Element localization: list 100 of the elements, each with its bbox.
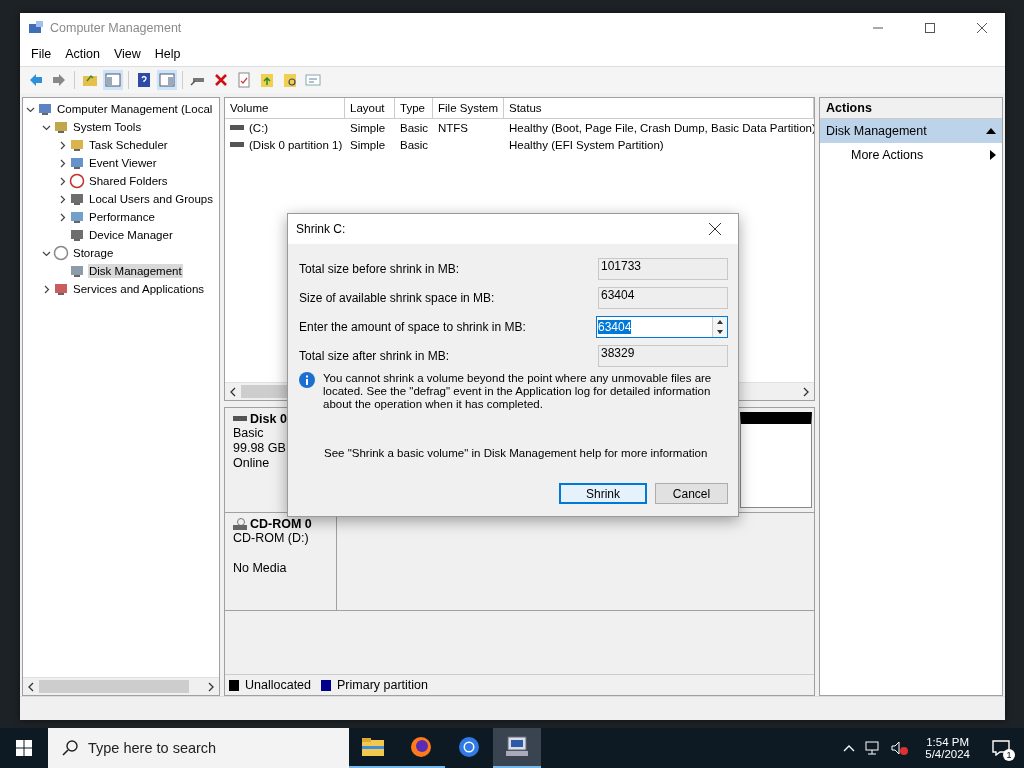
tree-item[interactable]: Task Scheduler <box>88 138 169 152</box>
folder-search-icon <box>282 72 298 88</box>
table-cell-text: Simple <box>349 137 387 153</box>
computer-icon <box>504 736 530 758</box>
back-arrow-icon <box>28 72 44 88</box>
help-icon <box>136 72 152 88</box>
table-cell-text: Basic <box>399 137 430 153</box>
table-cell: (Disk 0 partition 1) <box>249 138 343 151</box>
partition-block[interactable] <box>740 412 812 508</box>
disk-status: Online <box>233 456 271 471</box>
spin-down-button[interactable] <box>713 326 727 337</box>
search-icon <box>62 740 78 756</box>
table-cell-text: Basic <box>399 120 430 136</box>
legend-label: Primary partition <box>337 678 428 692</box>
scroll-right-icon <box>803 386 809 397</box>
computer-icon <box>37 101 53 117</box>
down-icon <box>717 329 723 334</box>
field-label: Size of available shrink space in MB: <box>299 290 495 305</box>
tree-item[interactable]: Shared Folders <box>88 174 169 188</box>
column-header[interactable]: Volume <box>225 98 345 119</box>
forward-arrow-icon <box>51 72 67 88</box>
table-cell-text: Healthy (EFI System Partition) <box>508 137 665 153</box>
cd-drive-icon <box>233 518 247 530</box>
tree-item[interactable]: Performance <box>88 210 156 224</box>
table-cell-text: Simple <box>349 120 387 136</box>
field-label: Enter the amount of space to shrink in MB: <box>299 319 526 334</box>
maximize-icon <box>925 22 935 33</box>
notification-icon <box>992 740 1010 756</box>
submenu-arrow-icon <box>990 150 996 160</box>
tree-item[interactable]: Device Manager <box>88 228 174 242</box>
field-label: Total size before shrink in MB: <box>299 261 460 276</box>
actions-section[interactable]: Disk Management <box>820 119 1002 143</box>
input-field[interactable]: 63404 <box>596 315 728 338</box>
disk-type: Basic <box>233 426 265 441</box>
column-header[interactable]: Status <box>504 98 814 119</box>
value-field: 101733 <box>598 257 728 280</box>
info-text: You cannot shrink a volume beyond the point where any unmovable files are located. See the "defrag" event in the Application log for detailed information about the operation when it has completed. <box>323 372 713 411</box>
caret-up-icon <box>843 744 856 752</box>
tree-item[interactable]: System Tools <box>72 120 143 134</box>
info-icon <box>299 372 315 388</box>
drive-icon <box>233 415 247 423</box>
field-label: Total size after shrink in MB: <box>299 348 450 363</box>
menu-item[interactable]: File <box>24 47 59 61</box>
window-title: Computer Management <box>50 20 183 35</box>
tree-item[interactable]: Event Viewer <box>88 156 158 170</box>
dialog-title: Shrink C: <box>296 222 346 236</box>
disk-type: CD-ROM (D:) <box>233 531 310 546</box>
spin-up-button[interactable] <box>713 316 727 327</box>
disk-status: No Media <box>233 561 288 576</box>
menu-item[interactable]: Help <box>147 47 188 61</box>
folder-icon <box>361 737 385 757</box>
drive-icon <box>230 123 244 132</box>
firefox-icon <box>409 735 433 759</box>
actions-header: Actions <box>820 98 1002 119</box>
close-icon <box>977 22 987 33</box>
network-icon <box>865 741 882 755</box>
tree-item[interactable]: Local Users and Groups <box>88 192 214 206</box>
tree-item[interactable]: Storage <box>72 246 115 260</box>
taskbar-app[interactable] <box>493 728 541 768</box>
folder-icon <box>82 72 98 88</box>
search-field[interactable]: Type here to search <box>48 728 349 768</box>
scroll-left-icon <box>230 386 236 397</box>
notification-badge: 1 <box>1003 749 1015 761</box>
tree-item[interactable]: Services and Applications <box>72 282 206 296</box>
action-item[interactable]: More Actions <box>820 143 1002 167</box>
checklist-icon <box>236 72 252 88</box>
list-icon <box>305 72 321 88</box>
disk-size: 99.98 GB <box>233 441 287 456</box>
table-cell: (C:) <box>249 121 269 134</box>
disk-name: CD-ROM 0 <box>250 517 312 531</box>
tree-item[interactable]: Computer Management (Local <box>56 102 214 116</box>
legend-label: Unallocated <box>245 678 311 692</box>
menu-item[interactable]: Action <box>58 47 107 61</box>
cancel-button[interactable]: Cancel <box>655 483 728 504</box>
value-field: 38329 <box>598 344 728 367</box>
collapse-arrow-icon <box>986 128 996 134</box>
clock-date[interactable]: 5/4/2024 <box>925 748 970 760</box>
table-cell-text: NTFS <box>437 120 470 136</box>
clock-time[interactable]: 1:54 PM <box>926 736 970 748</box>
windows-icon <box>16 740 32 756</box>
column-header[interactable]: File System <box>433 98 504 119</box>
disk-name: Disk 0 <box>250 412 287 426</box>
volume-muted-icon <box>891 741 910 755</box>
column-header[interactable]: Layout <box>345 98 395 119</box>
scroll-right-icon <box>208 681 214 692</box>
scroll-left-icon <box>28 681 34 692</box>
tree-view-icon <box>105 72 121 88</box>
column-header[interactable]: Type <box>395 98 433 119</box>
menu-item[interactable]: View <box>106 47 148 61</box>
browser-icon <box>457 735 481 759</box>
up-icon <box>717 319 723 324</box>
panel-icon <box>159 72 175 88</box>
value-field: 63404 <box>598 286 728 309</box>
tree-item[interactable]: Disk Management <box>88 264 183 278</box>
computer-management-icon <box>28 19 44 36</box>
delete-icon <box>213 72 229 88</box>
help-text: See "Shrink a basic volume" in Disk Management help for more information <box>324 447 709 459</box>
scrollbar-thumb[interactable] <box>39 680 189 693</box>
shrink-button[interactable]: Shrink <box>559 483 647 504</box>
drive-icon <box>230 140 244 149</box>
